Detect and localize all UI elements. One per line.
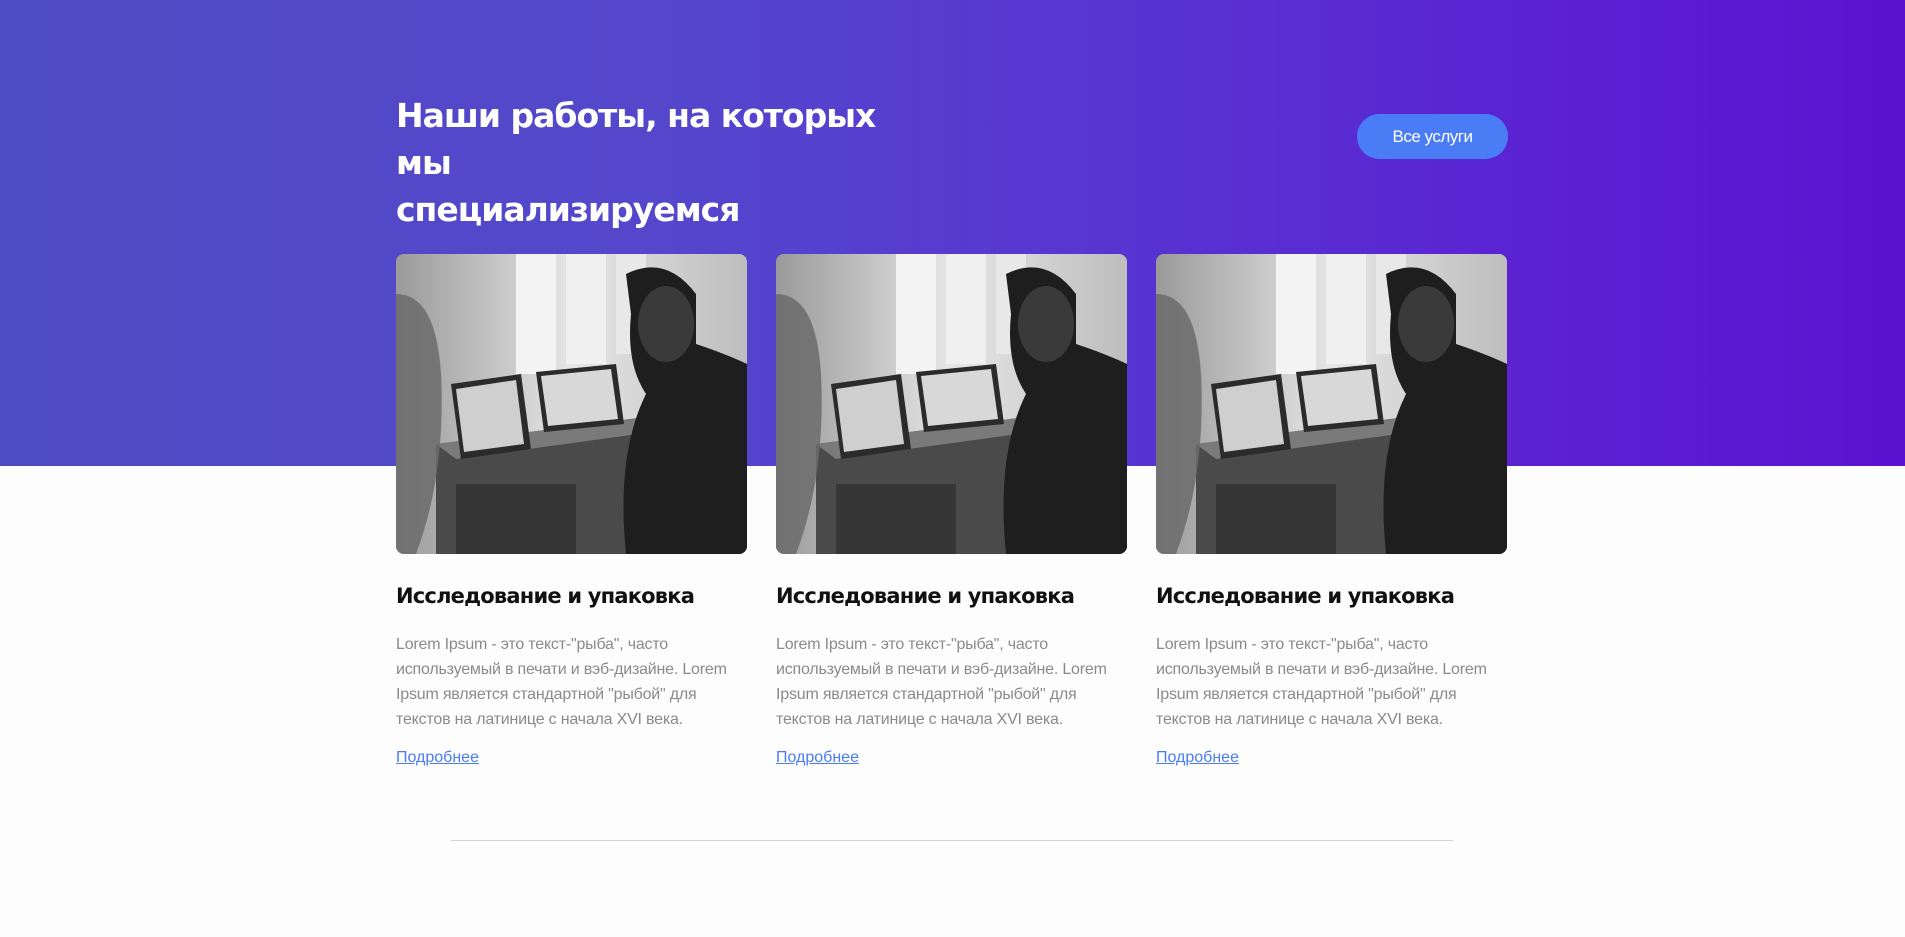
section-title-line-2: специализируемся [396, 190, 740, 229]
section-divider [451, 840, 1453, 841]
office-photo-illustration [396, 254, 747, 554]
section-header: Наши работы, на которых мы специализируе… [396, 92, 1508, 229]
section-title-line-1: Наши работы, на которых мы [396, 96, 876, 182]
all-services-button[interactable]: Все услуги [1357, 114, 1508, 159]
card-image-office-photo[interactable] [776, 254, 1127, 554]
office-photo-illustration [776, 254, 1127, 554]
work-card: Исследование и упаковка Lorem Ipsum - эт… [396, 254, 747, 767]
card-description: Lorem Ipsum - это текст-"рыба", часто ис… [396, 636, 727, 728]
card-more-link[interactable]: Подробнее [776, 749, 1127, 767]
card-title: Исследование и упаковка [396, 584, 695, 608]
card-description: Lorem Ipsum - это текст-"рыба", часто ис… [776, 636, 1107, 728]
card-description: Lorem Ipsum - это текст-"рыба", часто ис… [1156, 636, 1487, 728]
card-image-office-photo[interactable] [1156, 254, 1507, 554]
card-title: Исследование и упаковка [776, 584, 1075, 608]
work-card: Исследование и упаковка Lorem Ipsum - эт… [1156, 254, 1507, 767]
section-title: Наши работы, на которых мы специализируе… [396, 92, 916, 233]
card-more-link[interactable]: Подробнее [396, 749, 747, 767]
work-card: Исследование и упаковка Lorem Ipsum - эт… [776, 254, 1127, 767]
card-image-office-photo[interactable] [396, 254, 747, 554]
card-more-link[interactable]: Подробнее [1156, 749, 1507, 767]
card-title: Исследование и упаковка [1156, 584, 1455, 608]
office-photo-illustration [1156, 254, 1507, 554]
cards-grid: Исследование и упаковка Lorem Ipsum - эт… [396, 254, 1508, 767]
page: Наши работы, на которых мы специализируе… [0, 0, 1905, 937]
